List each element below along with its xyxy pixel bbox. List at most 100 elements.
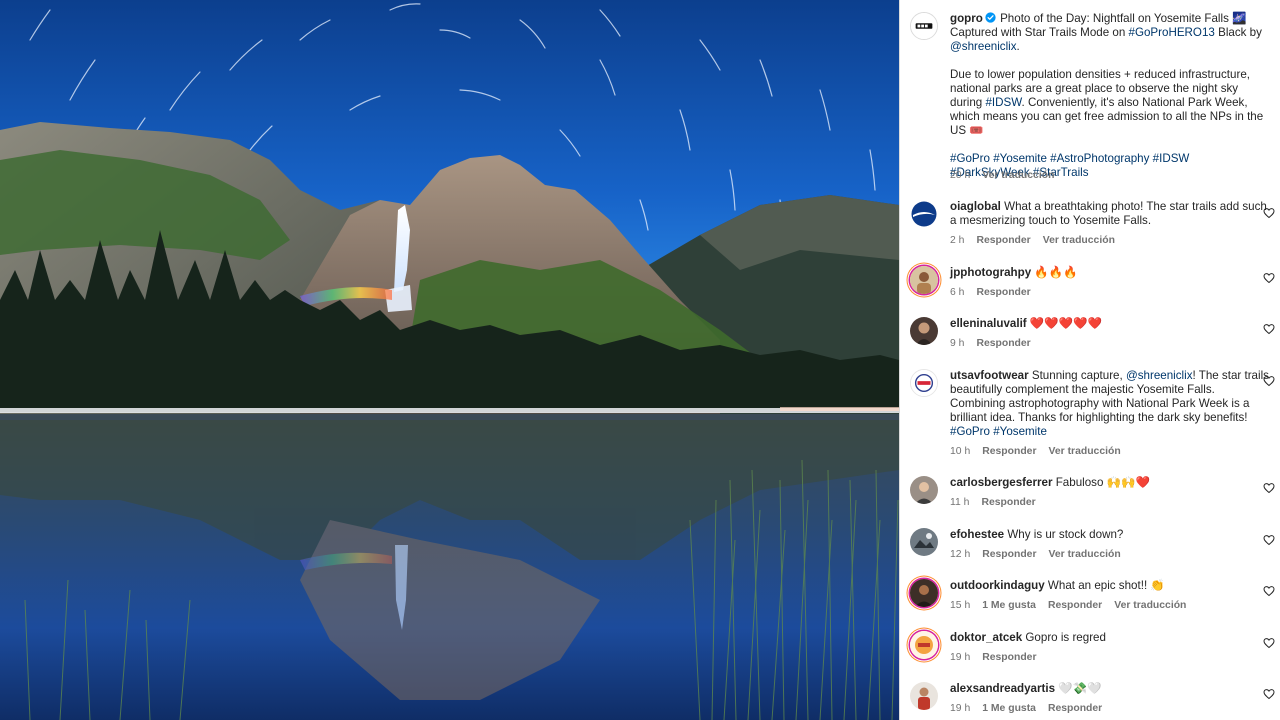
caption-translate-link[interactable]: Ver traducción [982, 170, 1054, 181]
like-heart-icon[interactable] [1263, 375, 1275, 387]
comment-meta: 10 h Responder Ver traducción [950, 446, 1133, 458]
avatar-jpphotograhpy[interactable] [910, 266, 938, 294]
comment-username[interactable]: efohestee [950, 528, 1004, 541]
like-heart-icon[interactable] [1263, 207, 1275, 219]
comment-body: What an epic shot!! 👏 [1047, 579, 1165, 592]
comment-time[interactable]: 11 h [950, 497, 969, 508]
translate-link[interactable]: Ver traducción [1114, 600, 1186, 611]
caption-paragraph-2: Due to lower population densities + redu… [950, 68, 1270, 138]
caption-meta: 20 h Ver traducción [950, 170, 1066, 182]
comment-text: oiaglobal What a breathtaking photo! The… [950, 200, 1270, 228]
yosemite-falls-night-photo [0, 0, 899, 720]
comment-text: doktor_atcek Gopro is regred [950, 631, 1270, 645]
mention-shreeniclix[interactable]: @shreeniclix [950, 40, 1017, 53]
comment-body-pre: Stunning capture, [1031, 369, 1126, 382]
hashtag-goprohero13[interactable]: #GoProHERO13 [1129, 26, 1215, 39]
comment-time[interactable]: 6 h [950, 287, 964, 298]
comment-username[interactable]: oiaglobal [950, 200, 1001, 213]
comment-username[interactable]: jpphotograhpy [950, 266, 1031, 279]
reply-button[interactable]: Responder [982, 446, 1036, 457]
hashtag-astrophotography[interactable]: #AstroPhotography [1050, 152, 1149, 165]
reply-button[interactable]: Responder [976, 338, 1030, 349]
avatar-doktor-atcek[interactable] [910, 631, 938, 659]
comment-meta: 19 h Responder [950, 652, 1049, 664]
comment-body: 🤍💸🤍 [1058, 682, 1102, 695]
avatar-utsavfootwear[interactable] [910, 369, 938, 397]
hashtag-idsw-2[interactable]: #IDSW [1153, 152, 1190, 165]
caption-text: gopro Photo of the Day: Nightfall on Yos… [950, 12, 1270, 180]
comment-text: carlosbergesferrer Fabuloso 🙌🙌❤️ [950, 476, 1270, 490]
mention-shreeniclix-comment[interactable]: @shreeniclix [1126, 369, 1193, 382]
hashtag-gopro[interactable]: #GoPro [950, 152, 990, 165]
reply-button[interactable]: Responder [1048, 703, 1102, 714]
reply-button[interactable]: Responder [976, 235, 1030, 246]
hashtag-yosemite-comment[interactable]: #Yosemite [993, 425, 1047, 438]
comment-username[interactable]: doktor_atcek [950, 631, 1022, 644]
hashtag-gopro-comment[interactable]: #GoPro [950, 425, 990, 438]
comment-username[interactable]: alexsandreadyartis [950, 682, 1055, 695]
comment-username[interactable]: carlosbergesferrer [950, 476, 1052, 489]
comment-meta: 2 h Responder Ver traducción [950, 235, 1127, 247]
comment-text: outdoorkindaguy What an epic shot!! 👏 [950, 579, 1270, 593]
comment-meta: 12 h Responder Ver traducción [950, 549, 1133, 561]
comment-time[interactable]: 10 h [950, 446, 970, 457]
comment-time[interactable]: 2 h [950, 235, 964, 246]
comment-username[interactable]: elleninaluvalif [950, 317, 1027, 330]
comment-text: efohestee Why is ur stock down? [950, 528, 1270, 542]
avatar-outdoorkindaguy[interactable] [910, 579, 938, 607]
like-heart-icon[interactable] [1263, 534, 1275, 546]
verified-badge-icon [985, 12, 996, 23]
comment-text: jpphotograhpy 🔥🔥🔥 [950, 266, 1270, 280]
reply-button[interactable]: Responder [976, 287, 1030, 298]
avatar-carlosbergesferrer[interactable] [910, 476, 938, 504]
comment-username[interactable]: outdoorkindaguy [950, 579, 1045, 592]
comment-body: Gopro is regred [1025, 631, 1106, 644]
caption-line-2-pre: Captured with Star Trails Mode on [950, 26, 1129, 39]
hashtag-idsw[interactable]: #IDSW [985, 96, 1021, 109]
comment-body: 🔥🔥🔥 [1034, 266, 1078, 279]
caption-line-2-post: Black by [1214, 26, 1262, 39]
avatar-efohestee[interactable] [910, 528, 938, 556]
comments-panel: gopro Photo of the Day: Nightfall on Yos… [900, 0, 1280, 720]
comment-text: utsavfootwear Stunning capture, @shreeni… [950, 369, 1270, 439]
comment-meta: 9 h Responder [950, 338, 1043, 350]
comment-body: Fabuloso 🙌🙌❤️ [1055, 476, 1150, 489]
avatar-elleninaluvalif[interactable] [910, 317, 938, 345]
comment-time[interactable]: 9 h [950, 338, 964, 349]
reply-button[interactable]: Responder [982, 652, 1036, 663]
like-heart-icon[interactable] [1263, 482, 1275, 494]
comment-text: alexsandreadyartis 🤍💸🤍 [950, 682, 1270, 696]
comment-meta: 15 h 1 Me gusta Responder Ver traducción [950, 600, 1198, 612]
caption-time[interactable]: 20 h [950, 170, 970, 181]
like-heart-icon[interactable] [1263, 637, 1275, 649]
comment-text: elleninaluvalif ❤️❤️❤️❤️❤️ [950, 317, 1270, 331]
post-username[interactable]: gopro [950, 12, 983, 25]
avatar-oiaglobal[interactable] [910, 200, 938, 228]
likes-count[interactable]: 1 Me gusta [982, 703, 1036, 714]
like-heart-icon[interactable] [1263, 688, 1275, 700]
reply-button[interactable]: Responder [1048, 600, 1102, 611]
post-photo[interactable] [0, 0, 899, 720]
caption-period: . [1016, 40, 1020, 53]
avatar-alexsandreadyartis[interactable] [910, 682, 938, 710]
reply-button[interactable]: Responder [981, 497, 1035, 508]
likes-count[interactable]: 1 Me gusta [982, 600, 1036, 611]
comment-body: ❤️❤️❤️❤️❤️ [1029, 317, 1103, 330]
caption-line-1: Photo of the Day: Nightfall on Yosemite … [1000, 12, 1247, 25]
comment-time[interactable]: 15 h [950, 600, 970, 611]
translate-link[interactable]: Ver traducción [1049, 446, 1121, 457]
comment-body: Why is ur stock down? [1007, 528, 1124, 541]
comment-meta: 11 h Responder [950, 497, 1048, 509]
like-heart-icon[interactable] [1263, 272, 1275, 284]
like-heart-icon[interactable] [1263, 323, 1275, 335]
avatar-gopro[interactable] [910, 12, 938, 40]
like-heart-icon[interactable] [1263, 585, 1275, 597]
comment-time[interactable]: 19 h [950, 703, 970, 714]
hashtag-yosemite[interactable]: #Yosemite [993, 152, 1047, 165]
translate-link[interactable]: Ver traducción [1049, 549, 1121, 560]
comment-time[interactable]: 12 h [950, 549, 970, 560]
reply-button[interactable]: Responder [982, 549, 1036, 560]
translate-link[interactable]: Ver traducción [1043, 235, 1115, 246]
comment-username[interactable]: utsavfootwear [950, 369, 1029, 382]
comment-time[interactable]: 19 h [950, 652, 970, 663]
